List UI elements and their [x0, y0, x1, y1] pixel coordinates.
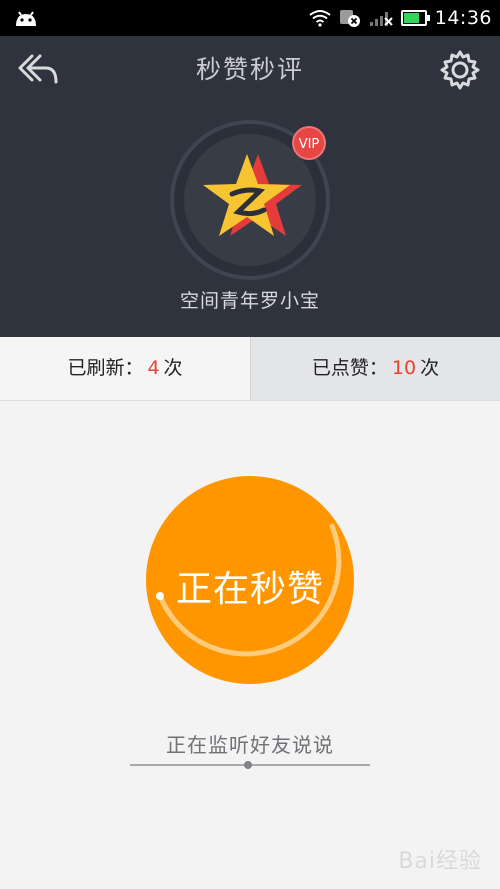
auto-like-button-label: 正在秒赞 — [175, 569, 324, 610]
signal-icon — [369, 12, 393, 26]
username: 空间青年罗小宝 — [179, 290, 320, 312]
baidu-watermark: Bai经验 — [398, 849, 482, 874]
stats-bar: 已刷新： 4 次 已点赞： 10 次 — [0, 337, 500, 401]
wifi-icon — [309, 10, 331, 27]
vip-badge: VIP — [292, 126, 326, 160]
refresh-label: 已刷新： — [67, 357, 144, 379]
sim-icon — [339, 10, 360, 27]
page-title: 秒赞秒评 — [195, 55, 304, 84]
like-unit: 次 — [420, 357, 440, 379]
refresh-unit: 次 — [163, 357, 183, 379]
battery-icon — [400, 10, 430, 26]
status-time: 14:36 — [434, 7, 492, 29]
like-count-stat: 已点赞： 10 次 — [250, 337, 500, 400]
like-count: 10 — [391, 357, 417, 379]
auto-like-button[interactable]: 正在秒赞 — [146, 476, 354, 684]
listening-status: 正在监听好友说说 — [166, 733, 334, 757]
refresh-count: 4 — [147, 357, 160, 379]
like-label: 已点赞： — [311, 357, 388, 379]
gear-icon[interactable] — [438, 48, 482, 92]
refresh-count-stat: 已刷新： 4 次 — [0, 337, 250, 400]
status-bar: 14:36 — [0, 0, 500, 36]
android-icon — [16, 11, 36, 26]
profile-header: 秒赞秒评 VIP 空间青年罗小宝 — [0, 36, 500, 337]
divider-dot — [244, 761, 252, 769]
